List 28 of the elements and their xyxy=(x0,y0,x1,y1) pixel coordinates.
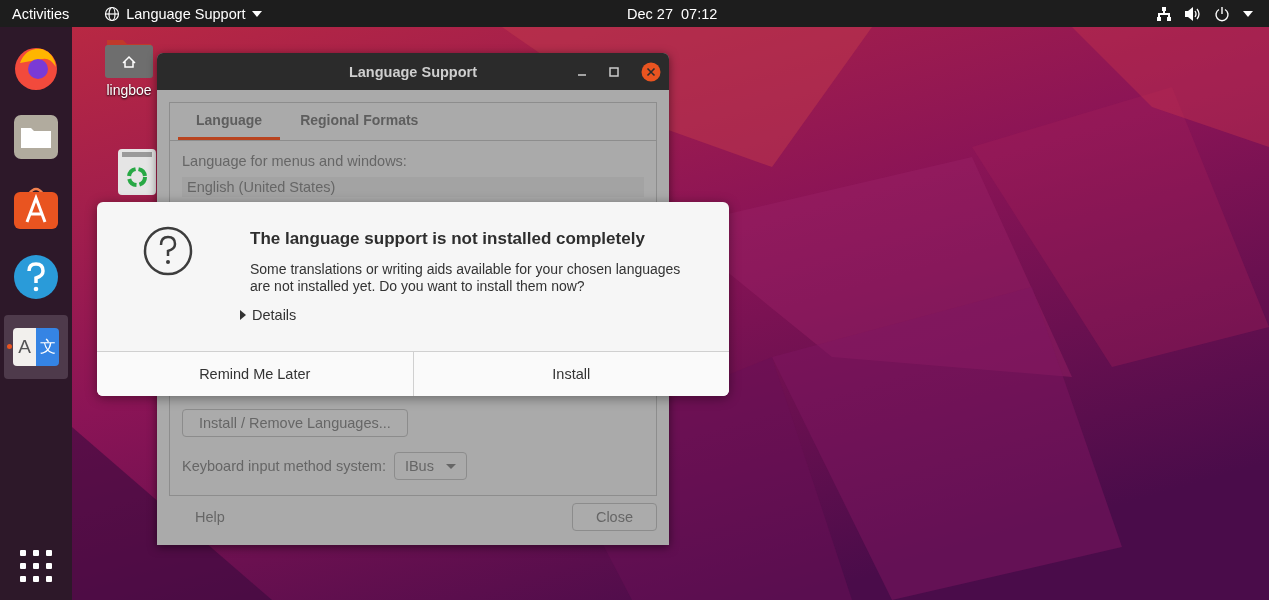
app-grid-icon[interactable] xyxy=(20,550,52,582)
dialog-button[interactable]: Install xyxy=(412,352,729,396)
activities-button[interactable]: Activities xyxy=(12,5,70,22)
power-icon[interactable] xyxy=(1214,5,1230,22)
close-icon[interactable] xyxy=(641,61,661,82)
maximize-icon[interactable] xyxy=(609,66,619,77)
caret-icon xyxy=(251,10,262,17)
question-icon xyxy=(143,226,193,276)
details-expander[interactable]: Details xyxy=(240,307,690,323)
running-indicator xyxy=(7,344,12,349)
folder-icon xyxy=(13,114,59,160)
dialog-message: Some translations or writing aids available for your chosen languages are not installed yet. Do you want to install them now? xyxy=(250,261,682,295)
desktop-icon-label: lingboe xyxy=(106,82,152,98)
clock[interactable]: Dec 27 07:12 xyxy=(627,5,718,22)
dock-item[interactable]: A 文 xyxy=(4,315,68,379)
network-icon[interactable] xyxy=(1156,6,1172,21)
window-title: Language Support xyxy=(348,63,478,80)
volume-icon[interactable] xyxy=(1185,6,1201,21)
caret-icon xyxy=(445,463,456,469)
dialog-title: The language support is not installed completely xyxy=(250,229,646,249)
app-menu[interactable]: Language Support xyxy=(104,5,262,22)
expander-icon xyxy=(240,310,246,320)
help-icon xyxy=(13,254,59,300)
caret-icon[interactable] xyxy=(1243,10,1253,17)
keyboard-input-label: Keyboard input method system: xyxy=(182,458,386,474)
globe-icon xyxy=(104,5,121,22)
language-label: Language for menus and windows: xyxy=(182,153,408,169)
dialog-button[interactable]: Remind Me Later xyxy=(97,352,413,396)
